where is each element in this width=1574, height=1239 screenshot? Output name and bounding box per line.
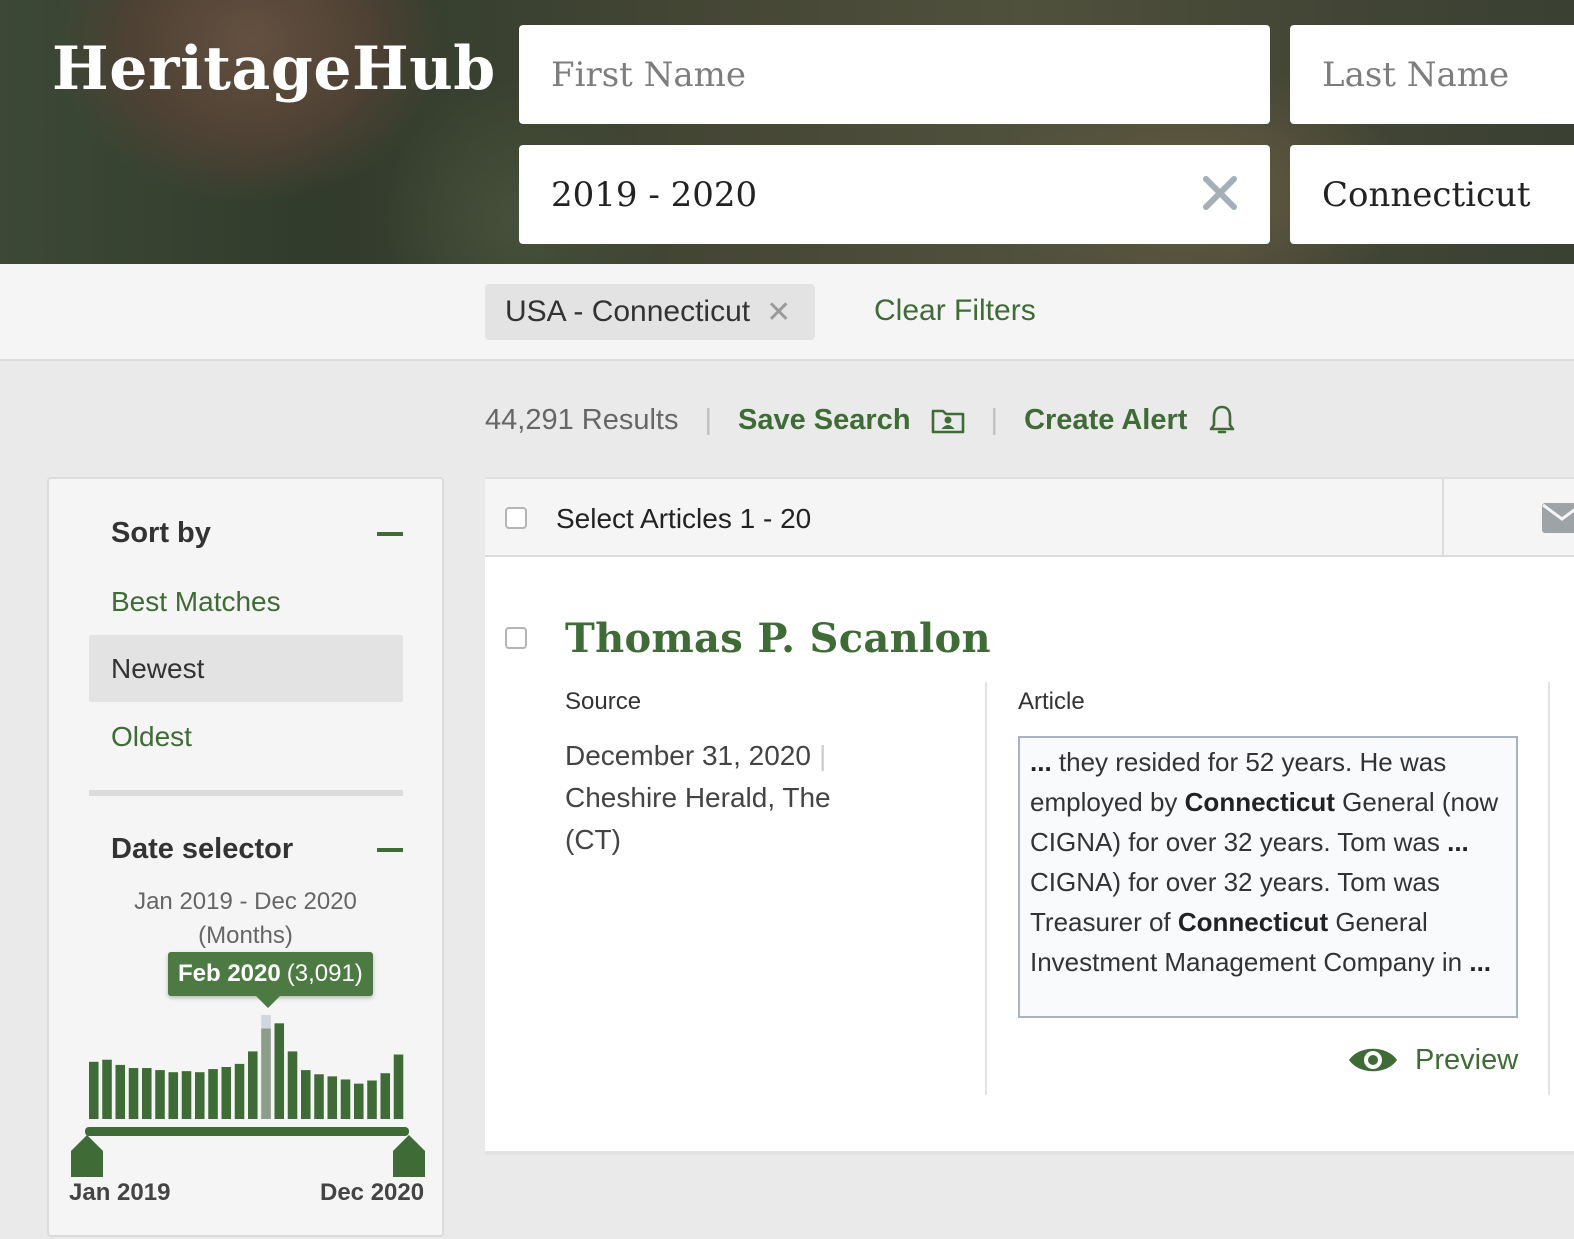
histogram-bar[interactable] [274, 1023, 285, 1119]
histogram-bar[interactable] [261, 1028, 271, 1119]
article-snippet[interactable]: ... they resided for 52 years. He was em… [1018, 736, 1518, 1018]
separator: | [704, 403, 713, 436]
article-label: Article [1018, 688, 1085, 715]
histogram-bar[interactable] [181, 1071, 192, 1119]
range-end-handle[interactable] [393, 1135, 425, 1177]
date-histogram[interactable] [49, 479, 442, 1239]
histogram-bar[interactable] [155, 1070, 165, 1119]
histogram-bar[interactable] [367, 1080, 377, 1119]
histogram-bar[interactable] [142, 1068, 152, 1119]
last-name-field[interactable] [1290, 25, 1574, 124]
results-count: 44,291 Results [485, 403, 679, 436]
histogram-bar[interactable] [195, 1072, 205, 1119]
date-range-input[interactable] [549, 173, 1270, 216]
preview-label: Preview [1415, 1043, 1519, 1076]
clear-date-icon[interactable] [1200, 173, 1240, 213]
save-search-link[interactable]: Save Search [738, 404, 911, 437]
article-title-link[interactable]: Thomas P. Scanlon [565, 615, 991, 662]
divider [1548, 682, 1550, 1095]
site-logo[interactable]: HeritageHub [52, 34, 496, 104]
date-range-field[interactable] [519, 145, 1270, 244]
location-input[interactable] [1320, 173, 1574, 216]
histogram-bar[interactable] [248, 1051, 258, 1119]
range-start-handle[interactable] [71, 1135, 103, 1177]
range-track[interactable] [85, 1127, 409, 1136]
histogram-bar[interactable] [168, 1072, 179, 1119]
create-alert-link[interactable]: Create Alert [1024, 404, 1187, 437]
histogram-bar[interactable] [221, 1067, 232, 1119]
first-name-input[interactable] [549, 53, 1270, 96]
divider [1442, 479, 1444, 557]
publication-name: Cheshire Herald, The (CT) [565, 782, 831, 855]
histogram-bar[interactable] [340, 1079, 351, 1119]
source-details: December 31, 2020 | Cheshire Herald, The … [565, 735, 865, 861]
histogram-bar[interactable] [115, 1064, 126, 1119]
filter-chip-location: USA - Connecticut ✕ [485, 284, 815, 340]
article-date: December 31, 2020 [565, 740, 811, 771]
histogram-bar[interactable] [380, 1073, 391, 1119]
sidebar: Sort by Best Matches Newest Oldest Date … [47, 477, 444, 1237]
select-articles-label: Select Articles 1 - 20 [556, 503, 812, 534]
histogram-bar[interactable] [128, 1068, 139, 1119]
filter-bar: USA - Connecticut ✕ Clear Filters [0, 264, 1574, 361]
histogram-bar[interactable] [354, 1083, 364, 1119]
histogram-bar[interactable] [393, 1054, 404, 1119]
clear-filters-link[interactable]: Clear Filters [874, 294, 1036, 328]
histogram-bar[interactable] [234, 1063, 245, 1119]
histogram-bar[interactable] [89, 1061, 99, 1119]
histogram-bar[interactable] [208, 1069, 218, 1119]
axis-start-label: Jan 2019 [69, 1179, 171, 1206]
articles-header: Select Articles 1 - 20 [485, 477, 1574, 557]
bell-icon[interactable] [1207, 404, 1237, 436]
histogram-bar[interactable] [102, 1059, 112, 1119]
filter-chip-label: USA - Connecticut [505, 295, 751, 328]
histogram-bar[interactable] [327, 1076, 338, 1119]
remove-filter-icon[interactable]: ✕ [766, 295, 791, 330]
first-name-field[interactable] [519, 25, 1270, 124]
last-name-input[interactable] [1320, 53, 1574, 96]
preview-button[interactable]: Preview [1347, 1043, 1518, 1077]
header-banner: HeritageHub [0, 0, 1574, 264]
divider [985, 682, 987, 1095]
eye-icon [1349, 1048, 1397, 1072]
separator: | [990, 403, 999, 436]
results-toolbar: 44,291 Results | Save Search | Create Al… [485, 400, 1237, 440]
histogram-bar[interactable] [314, 1074, 324, 1119]
source-label: Source [565, 688, 642, 715]
location-field[interactable] [1290, 145, 1574, 244]
axis-end-label: Dec 2020 [320, 1179, 425, 1206]
email-icon[interactable] [1542, 503, 1574, 533]
save-search-icon[interactable] [931, 406, 965, 434]
article-card: Thomas P. Scanlon Source December 31, 20… [485, 557, 1574, 1155]
histogram-bar[interactable] [301, 1070, 311, 1119]
article-checkbox[interactable] [505, 627, 527, 649]
separator: | [818, 740, 827, 771]
select-all-checkbox[interactable] [505, 507, 527, 529]
histogram-bar[interactable] [287, 1051, 298, 1119]
